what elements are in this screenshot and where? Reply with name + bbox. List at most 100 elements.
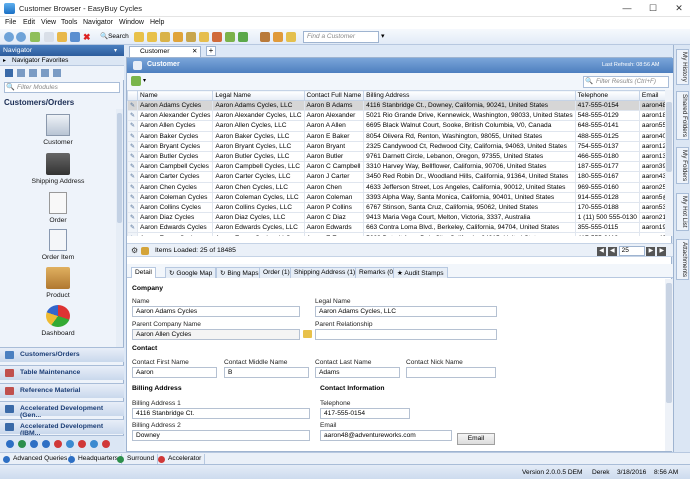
menu-file[interactable]: File xyxy=(5,19,16,26)
details-view-icon[interactable] xyxy=(41,69,49,77)
help-icon[interactable] xyxy=(286,32,296,42)
row-edit-icon[interactable]: ✎ xyxy=(127,191,139,203)
settings-icon[interactable] xyxy=(273,32,283,42)
table-row[interactable]: ✎ Aaron Coleman Cycles Aaron Coleman Cycle… xyxy=(127,191,673,203)
row-edit-icon[interactable]: ✎ xyxy=(127,130,139,142)
tab-advanced-queries[interactable]: Advanced Queries xyxy=(1,454,72,464)
group-shortcut-icon[interactable] xyxy=(30,440,38,448)
grid-settings-icon[interactable]: ⚙ xyxy=(131,247,138,255)
pin-icon[interactable]: ▾ xyxy=(114,47,117,54)
nav-group-accelerated-gen[interactable]: Accelerated Development (Gen... xyxy=(0,401,124,419)
table-row[interactable]: ✎ Aaron Chen Cycles Aaron Chen Cycles, LLC… xyxy=(127,181,673,193)
tab-close-icon[interactable]: ✕ xyxy=(192,47,197,55)
forward-icon[interactable] xyxy=(16,32,26,42)
tree-view-icon[interactable] xyxy=(53,69,61,77)
table-row[interactable]: ✎ Aaron Carter Cycles Aaron Carter Cycles,… xyxy=(127,171,673,183)
column-header[interactable]: Contact Full Name xyxy=(303,90,365,101)
table-row[interactable]: ✎ Aaron Campbell Cycles Aaron Campbell Cyc… xyxy=(127,161,673,173)
new-document-icon[interactable] xyxy=(44,32,54,42)
favorites-expand-icon[interactable]: ▸ xyxy=(3,57,6,64)
back-icon[interactable] xyxy=(4,32,14,42)
chart-icon[interactable] xyxy=(212,32,222,42)
filter-results-input[interactable]: Filter Results (Ctrl+F) xyxy=(583,76,669,88)
run-icon[interactable] xyxy=(238,32,248,42)
nav-group-customers-orders[interactable]: Customers/Orders xyxy=(0,347,124,362)
row-edit-icon[interactable]: ✎ xyxy=(127,212,139,224)
group-shortcut-icon[interactable] xyxy=(102,440,110,448)
dock-tab-my-folders[interactable]: My Folders xyxy=(676,147,689,185)
group-shortcut-icon[interactable] xyxy=(18,440,26,448)
report-icon[interactable] xyxy=(160,32,170,42)
first-page-icon[interactable]: ◀ xyxy=(597,247,606,256)
run-query-icon[interactable] xyxy=(131,76,141,86)
table-row[interactable]: ✎ Aaron Bryant Cycles Aaron Bryant Cycles,… xyxy=(127,140,673,152)
contact-middle-field[interactable]: B xyxy=(224,367,309,378)
dock-tab-my-history[interactable]: My History xyxy=(676,49,689,85)
name-field[interactable]: Aaron Adams Cycles xyxy=(132,306,300,317)
billing-1-field[interactable]: 4116 Stanbridge Ct. xyxy=(132,408,310,419)
row-edit-icon[interactable]: ✎ xyxy=(127,222,139,234)
scroll-thumb[interactable] xyxy=(666,102,672,172)
detail-scrollbar[interactable] xyxy=(665,279,673,451)
tab-bing-maps[interactable]: ↻ Bing Maps xyxy=(216,267,263,278)
small-icons-view-icon[interactable] xyxy=(17,69,25,77)
contact-first-field[interactable]: Aaron xyxy=(132,367,217,378)
menu-window[interactable]: Window xyxy=(119,19,144,26)
find-dropdown-icon[interactable]: ▾ xyxy=(381,32,391,42)
menu-edit[interactable]: Edit xyxy=(23,19,35,26)
row-edit-icon[interactable]: ✎ xyxy=(127,181,139,193)
column-header[interactable]: Billing Address xyxy=(363,90,576,101)
list-view-icon[interactable] xyxy=(29,69,37,77)
new-tab-icon[interactable]: + xyxy=(206,46,216,56)
row-edit-icon[interactable]: ✎ xyxy=(127,150,139,163)
email-field[interactable]: aaron48@adventureworks.com xyxy=(320,430,452,441)
scroll-thumb[interactable] xyxy=(117,113,122,223)
tools-icon[interactable] xyxy=(260,32,270,42)
column-header[interactable]: Legal Name xyxy=(212,90,305,101)
legal-name-field[interactable]: Aaron Adams Cycles, LLC xyxy=(315,306,497,317)
dock-tab-attachments[interactable]: Attachments xyxy=(676,239,689,280)
dock-tab-shared-folders[interactable]: Shared Folders xyxy=(676,91,689,141)
favorites-icon[interactable] xyxy=(147,32,157,42)
table-row[interactable]: ✎ Aaron Diaz Cycles Aaron Diaz Cycles, LLC… xyxy=(127,212,673,224)
group-shortcut-icon[interactable] xyxy=(42,440,50,448)
table-row[interactable]: ✎ Aaron Allen Cycles Aaron Allen Cycles, L… xyxy=(127,120,673,132)
table-row[interactable]: ✎Aaron Evans CyclesAaron Evans Cycles, L… xyxy=(127,232,673,236)
tab-google-map[interactable]: ↻ Google Map xyxy=(165,267,217,278)
tab-detail[interactable]: Detail xyxy=(131,267,156,278)
table-row[interactable]: ✎ Aaron Edwards Cycles Aaron Edwards Cycle… xyxy=(127,222,673,234)
navigator-favorites[interactable]: Navigator Favorites xyxy=(0,56,124,66)
save-icon[interactable] xyxy=(70,32,80,42)
attach-icon[interactable] xyxy=(199,32,209,42)
module-customer[interactable]: Customer xyxy=(0,114,116,146)
table-row[interactable]: ✎ Aaron Collins Cycles Aaron Collins Cycle… xyxy=(127,201,673,214)
delete-icon[interactable]: ✖ xyxy=(83,32,93,42)
column-header[interactable]: Name xyxy=(137,90,214,101)
group-shortcut-icon[interactable] xyxy=(90,440,98,448)
row-edit-icon[interactable]: ✎ xyxy=(127,171,139,183)
print-icon[interactable] xyxy=(186,32,196,42)
open-folder-icon[interactable] xyxy=(57,32,67,42)
grid-scrollbar[interactable] xyxy=(665,90,673,236)
nav-group-accelerated-ibm[interactable]: Accelerated Development (IBM... xyxy=(0,419,124,437)
menu-help[interactable]: Help xyxy=(150,19,164,26)
folder-icon[interactable] xyxy=(134,32,144,42)
nav-group-reference-material[interactable]: Reference Material xyxy=(0,383,124,398)
find-customer-input[interactable]: Find a Customer xyxy=(303,31,379,43)
refresh-icon[interactable] xyxy=(225,32,235,42)
row-edit-icon[interactable]: ✎ xyxy=(127,120,139,132)
page-size-select[interactable]: 25 xyxy=(618,246,645,256)
next-page-icon[interactable]: ▶ xyxy=(646,247,656,256)
dock-tab-my-hot-list[interactable]: My Hot List xyxy=(676,193,689,231)
module-order[interactable]: Order xyxy=(0,192,116,224)
tab-headquarters[interactable]: Headquarters xyxy=(66,454,122,464)
module-shipping-address[interactable]: Shipping Address xyxy=(0,153,116,185)
close-button[interactable]: ✕ xyxy=(672,2,686,14)
tab-order[interactable]: Order (1) xyxy=(259,267,294,278)
scroll-thumb[interactable] xyxy=(666,283,672,403)
menu-view[interactable]: View xyxy=(41,19,56,26)
tab-accelerator[interactable]: Accelerator xyxy=(156,454,206,464)
table-row[interactable]: ✎ Aaron Adams Cycles Aaron Adams Cycles, L… xyxy=(127,99,673,112)
tab-audit-stamps[interactable]: ★ Audit Stamps xyxy=(393,267,448,278)
row-edit-icon[interactable]: ✎ xyxy=(127,110,139,122)
